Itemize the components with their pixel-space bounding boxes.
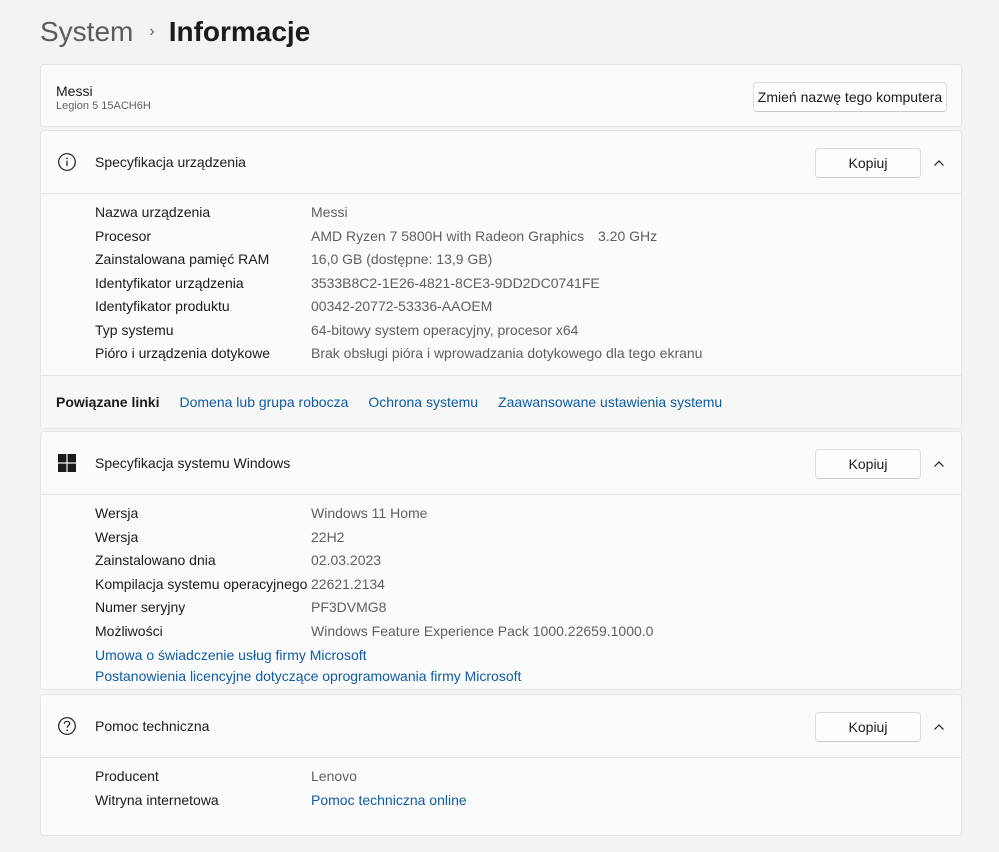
spec-value: Lenovo <box>311 768 357 784</box>
device-specs-header[interactable]: Specyfikacja urządzenia Kopiuj <box>41 131 961 193</box>
spec-value: Brak obsługi pióra i wprowadzania dotyko… <box>311 345 703 361</box>
breadcrumb-parent-system[interactable]: System <box>40 16 133 48</box>
device-specs-title: Specyfikacja urządzenia <box>95 154 246 170</box>
link-support-online[interactable]: Pomoc techniczna online <box>311 792 467 808</box>
link-microsoft-services-agreement[interactable]: Umowa o świadczenie usług firmy Microsof… <box>95 645 367 665</box>
spec-label: Zainstalowana pamięć RAM <box>95 251 270 267</box>
device-specs-copy-button[interactable]: Kopiuj <box>815 148 921 178</box>
spec-label: Kompilacja systemu operacyjnego <box>95 575 308 592</box>
spec-row: Typ systemu 64-bitowy system operacyjny, … <box>95 320 578 340</box>
spec-label: Wersja <box>95 505 139 521</box>
spec-label: Identyfikator urządzenia <box>95 274 244 291</box>
spec-value: Windows 11 Home <box>311 505 428 521</box>
chevron-up-icon[interactable] <box>929 717 949 737</box>
spec-label: Typ systemu <box>95 321 174 338</box>
windows-logo-icon <box>57 453 77 473</box>
breadcrumb: System › Informacje <box>40 12 310 52</box>
help-icon <box>57 716 77 736</box>
chevron-up-icon[interactable] <box>929 153 949 173</box>
link-system-protection[interactable]: Ochrona systemu <box>368 394 478 410</box>
spec-row: Zainstalowano dnia 02.03.2023 <box>95 550 381 570</box>
windows-specs-body: Wersja Windows 11 Home Wersja 22H2 Zainsta… <box>41 494 961 690</box>
support-header[interactable]: Pomoc techniczna Kopiuj <box>41 695 961 757</box>
rename-computer-button[interactable]: Zmień nazwę tego komputera <box>753 82 947 112</box>
spec-label: Wersja <box>95 528 139 545</box>
windows-specs-card: Specyfikacja systemu Windows Kopiuj Wers… <box>40 431 962 690</box>
spec-row: Identyfikator produktu 00342-20772-53336-… <box>95 296 492 316</box>
spec-label: Nazwa urządzenia <box>95 204 211 220</box>
spec-label: Możliwości <box>95 622 163 639</box>
spec-value: 00342-20772-53336-AAOEM <box>311 298 493 314</box>
spec-row: Numer seryjny PF3DVMG8 <box>95 597 386 617</box>
support-card: Pomoc techniczna Kopiuj Producent Lenovo … <box>40 694 962 836</box>
spec-row: Procesor AMD Ryzen 7 5800H with Radeon Gr… <box>95 226 657 246</box>
spec-label: Identyfikator produktu <box>95 298 230 314</box>
spec-label: Producent <box>95 768 159 784</box>
computer-name-card: Messi Legion 5 15ACH6H Zmień nazwę tego … <box>40 64 962 127</box>
page-title: Informacje <box>168 16 311 47</box>
support-copy-button[interactable]: Kopiuj <box>815 712 921 742</box>
spec-row: Wersja 22H2 <box>95 527 344 547</box>
windows-specs-title: Specyfikacja systemu Windows <box>95 455 291 471</box>
spec-value: 64-bitowy system operacyjny, procesor x6… <box>311 321 579 338</box>
computer-model: Legion 5 15ACH6H <box>56 100 151 112</box>
spec-value: 16,0 GB (dostępne: 13,9 GB) <box>311 251 493 267</box>
spec-row: Producent Lenovo <box>95 766 357 786</box>
windows-specs-copy-button[interactable]: Kopiuj <box>815 449 921 479</box>
spec-label: Pióro i urządzenia dotykowe <box>95 345 271 361</box>
processor-speed: 3.20 GHz <box>598 227 658 244</box>
link-microsoft-software-license-terms[interactable]: Postanowienia licencyjne dotyczące oprog… <box>95 666 521 686</box>
spec-value: PF3DVMG8 <box>311 599 387 615</box>
spec-value: Messi <box>311 204 348 220</box>
spec-row: Witryna internetowa Pomoc techniczna onli… <box>95 790 467 810</box>
spec-row: Nazwa urządzenia Messi <box>95 202 348 222</box>
chevron-right-icon: › <box>149 23 155 40</box>
computer-name: Messi <box>56 83 93 99</box>
link-domain-workgroup[interactable]: Domena lub grupa robocza <box>179 394 348 410</box>
spec-value: Windows Feature Experience Pack 1000.226… <box>311 622 654 639</box>
device-specs-card: Specyfikacja urządzenia Kopiuj Nazwa urz… <box>40 130 962 429</box>
spec-value: AMD Ryzen 7 5800H with Radeon Graphics <box>311 227 585 244</box>
spec-row: Zainstalowana pamięć RAM 16,0 GB (dostępn… <box>95 249 492 269</box>
support-title: Pomoc techniczna <box>95 718 210 734</box>
link-advanced-system-settings[interactable]: Zaawansowane ustawienia systemu <box>498 394 722 410</box>
spec-row: Możliwości Windows Feature Experience Pac… <box>95 621 653 641</box>
spec-row: Wersja Windows 11 Home <box>95 503 427 523</box>
related-links: Powiązane linki Domena lub grupa robocza… <box>41 375 961 428</box>
support-body: Producent Lenovo Witryna internetowa Pomoc… <box>41 757 961 835</box>
windows-specs-header[interactable]: Specyfikacja systemu Windows Kopiuj <box>41 432 961 494</box>
device-specs-body: Nazwa urządzenia Messi Procesor AMD Ryzen … <box>41 193 961 375</box>
spec-row: Pióro i urządzenia dotykowe Brak obsługi … <box>95 343 702 363</box>
chevron-up-icon[interactable] <box>929 454 949 474</box>
info-icon <box>57 152 77 172</box>
spec-value: 22621.2134 <box>311 575 385 592</box>
spec-value: 3533B8C2-1E26-4821-8CE3-9DD2DC0741FE <box>311 274 600 291</box>
spec-label: Witryna internetowa <box>95 792 219 808</box>
spec-row: Kompilacja systemu operacyjnego 22621.213… <box>95 574 385 594</box>
spec-value: 22H2 <box>311 528 345 545</box>
spec-label: Numer seryjny <box>95 599 186 615</box>
spec-row: Identyfikator urządzenia 3533B8C2-1E26-48… <box>95 273 600 293</box>
related-links-label: Powiązane linki <box>56 394 160 410</box>
spec-label: Procesor <box>95 227 152 244</box>
spec-value: 02.03.2023 <box>311 552 382 568</box>
spec-label: Zainstalowano dnia <box>95 552 216 568</box>
